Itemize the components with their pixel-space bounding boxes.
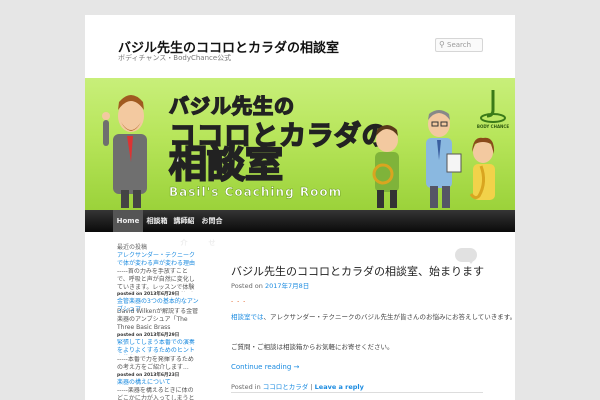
logo-text: BODY CHANCE — [476, 124, 510, 129]
search-icon: ⚲ — [439, 40, 445, 49]
banner-line3: 相談室 — [168, 142, 284, 186]
post-title[interactable]: バジル先生のココロとカラダの相談室、始まります — [231, 263, 484, 279]
category-link[interactable]: ココロとカラダ — [263, 383, 309, 391]
sidebar-post-excerpt: -----首の力みを手放すことで、呼吸と声が自然に変化していきます。レッスンで体… — [117, 268, 195, 291]
sidebar-post-date: posted on 2013年6月29日 — [117, 333, 180, 338]
sidebar-post-link[interactable]: 緊張してしまう本番での演奏をよりよくするためのヒントを教えてください — [117, 339, 199, 355]
nav-item-soudan[interactable]: 相談箱 — [145, 210, 169, 232]
comment-bubble-icon[interactable] — [455, 248, 477, 264]
bodychance-logo[interactable]: BODY CHANCE — [477, 88, 509, 132]
posted-on-label: Posted on — [231, 282, 263, 290]
sidebar-post-excerpt: David Wilkenが解説する金管楽器のアンブシュア「The Three B… — [117, 308, 199, 331]
post-date-link[interactable]: 2017年7月8日 — [265, 282, 309, 290]
sidebar-post-link[interactable]: 楽器の構えについて — [117, 379, 199, 387]
search-input[interactable]: ⚲ Search — [435, 38, 483, 52]
header-banner[interactable]: バジル先生の ココロとカラダの 相談室 Basil's Coaching Roo… — [85, 78, 515, 210]
sidebar-post-date: posted on 2013年6月29日 — [117, 292, 180, 297]
sidebar-post-excerpt: -----本番で力を発揮するための考え方をご紹介します... — [117, 356, 194, 371]
continue-reading-link[interactable]: Continue reading → — [231, 363, 299, 371]
footer-separator: | — [310, 383, 313, 391]
main-navigation: Home 相談箱 講師紹介 お問合せ — [85, 210, 515, 247]
leave-reply-link[interactable]: Leave a reply — [315, 383, 364, 391]
post-paragraph-text: 、アレクサンダー・テクニークのバジル先生が皆さんのお悩みにお答えしていきます。 — [263, 313, 516, 321]
posted-in-label: Posted in — [231, 383, 261, 391]
post-inline-link[interactable]: 相談室では — [231, 313, 264, 321]
sidebar-post-date: posted on 2013年6月23日 — [117, 373, 180, 378]
sidebar-title: 最近の投稿 — [117, 244, 148, 251]
page: バジル先生のココロとカラダの相談室 ボディチャンス・BodyChance公式 ⚲… — [85, 15, 515, 400]
search-placeholder: Search — [447, 41, 472, 49]
logo-mark-icon — [480, 90, 506, 123]
banner-line4: Basil's Coaching Room — [169, 185, 343, 200]
post-divider: - - - — [231, 298, 247, 305]
post-paragraph: ご質問・ご相談は相談箱からお気軽にお寄せください。 — [231, 343, 394, 351]
site-description: ボディチャンス・BodyChance公式 — [118, 54, 232, 62]
nav-item-teacher[interactable]: 講師紹介 — [172, 210, 196, 247]
post-meta: Posted on 2017年7月8日 — [231, 280, 309, 290]
sidebar-post-link[interactable]: アレクサンダー・テクニークで体が変わる声が変わる理由 — [117, 252, 199, 268]
sidebar-post-excerpt: -----楽器を構えるときに体のどこかに力が入ってしまうというご相談をいただきま… — [117, 387, 195, 400]
nav-item-contact[interactable]: お問合せ — [199, 210, 225, 247]
post-paragraph: 相談室では、アレクサンダー・テクニークのバジル先生が皆さんのお悩みにお答えしてい… — [231, 311, 515, 321]
post-footer: Posted in ココロとカラダ | Leave a reply — [231, 381, 364, 391]
nav-item-home[interactable]: Home — [113, 210, 143, 232]
post-divider-line — [231, 392, 483, 393]
teacher-illustration — [102, 95, 147, 208]
